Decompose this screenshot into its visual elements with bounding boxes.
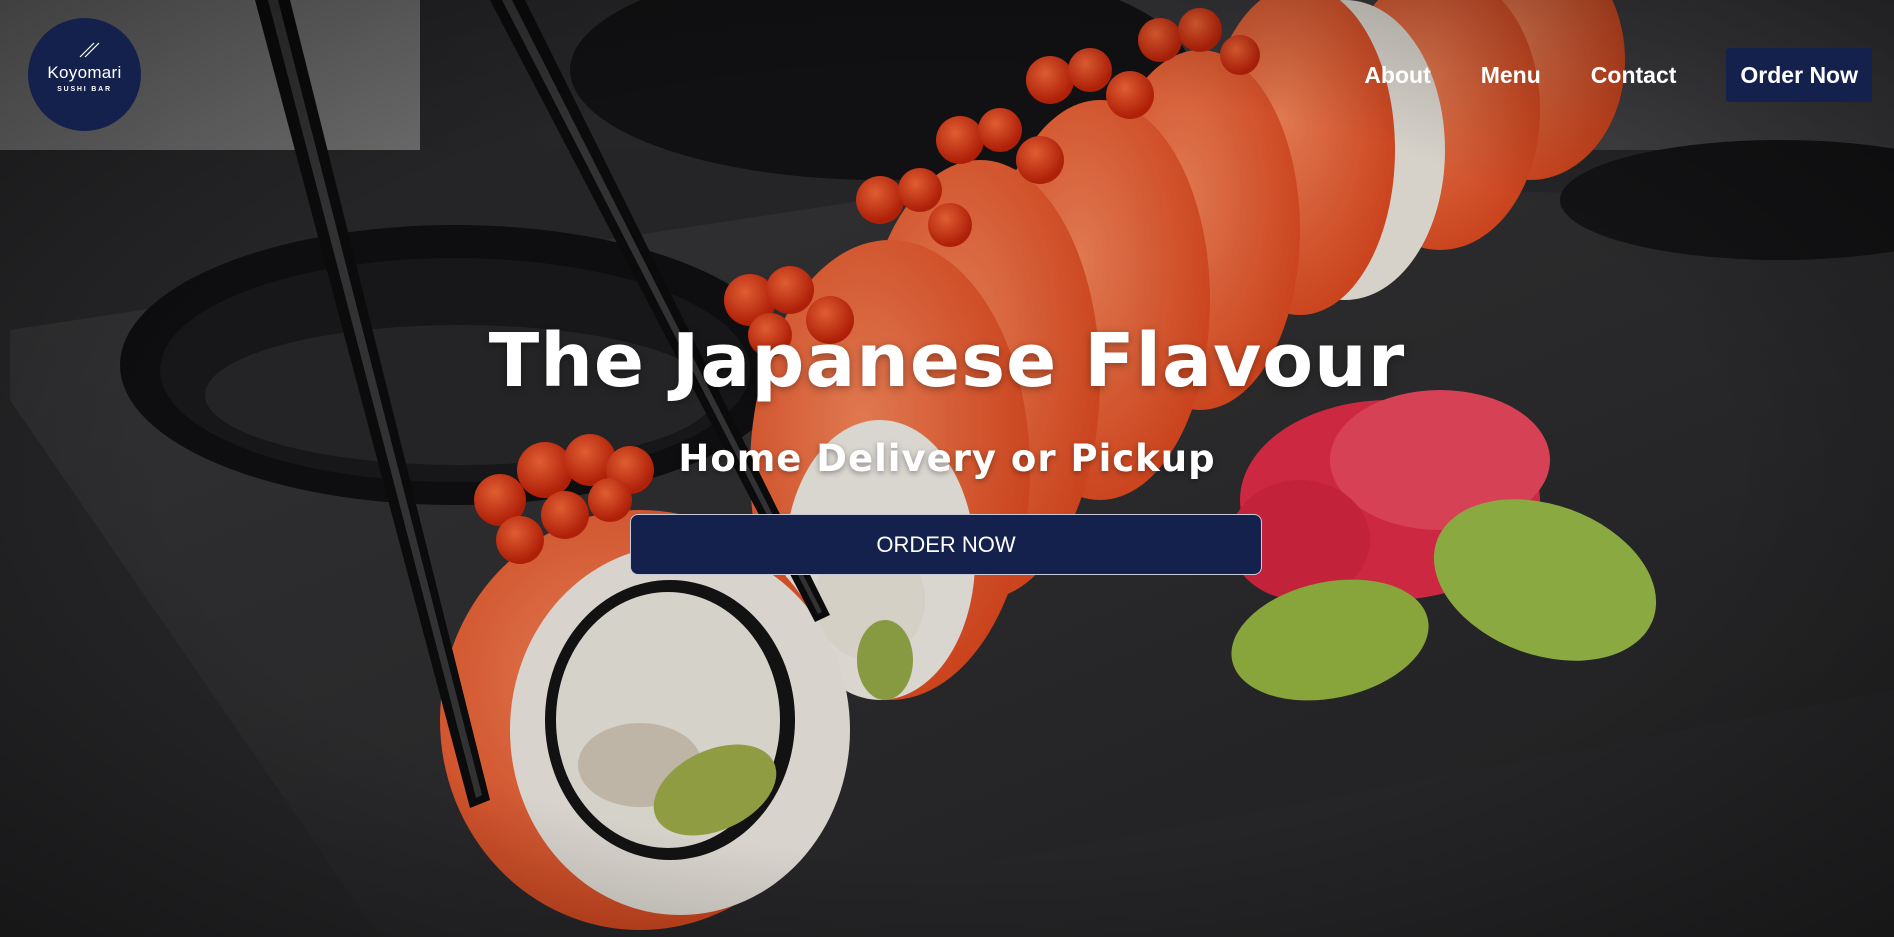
nav-link-contact[interactable]: Contact — [1591, 62, 1677, 89]
nav-link-about[interactable]: About — [1364, 62, 1430, 89]
hero-order-now-button[interactable]: ORDER NOW — [630, 514, 1262, 575]
brand-name: Koyomari — [47, 63, 122, 82]
chopsticks-icon — [79, 42, 100, 58]
hero-subtitle: Home Delivery or Pickup — [678, 437, 1216, 480]
nav-link-menu[interactable]: Menu — [1481, 62, 1541, 89]
brand-tagline: SUSHI BAR — [57, 86, 112, 93]
main-nav: About Menu Contact Order Now — [1364, 48, 1872, 102]
nav-order-now-button[interactable]: Order Now — [1726, 48, 1872, 102]
hero-section: Koyomari SUSHI BAR About Menu Contact Or… — [0, 0, 1894, 937]
brand-logo[interactable]: Koyomari SUSHI BAR — [28, 18, 141, 131]
hero-title: The Japanese Flavour — [488, 318, 1406, 404]
